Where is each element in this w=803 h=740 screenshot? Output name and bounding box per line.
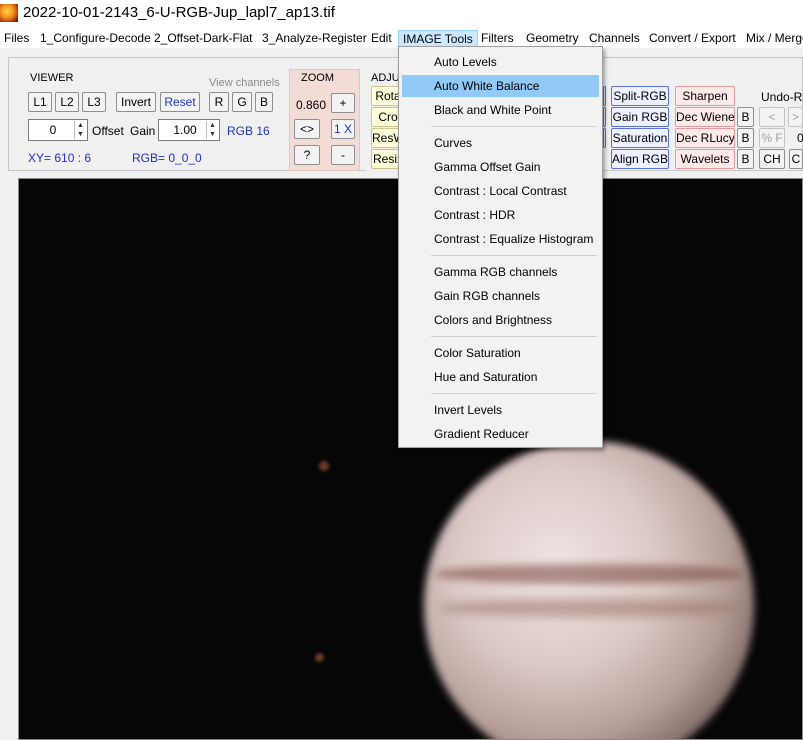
view-channels-label: View channels	[209, 77, 280, 89]
menu-separator	[431, 255, 597, 256]
menu-invert-levels[interactable]: Invert Levels	[402, 399, 599, 421]
window-title: 2022-10-01-2143_6-U-RGB-Jup_lapl7_ap13.t…	[23, 4, 335, 21]
redo-button[interactable]: >	[788, 107, 803, 127]
rgb-mode-label: RGB 16	[227, 124, 270, 138]
sharpen-button[interactable]: Sharpen	[675, 86, 735, 106]
view-g-button[interactable]: G	[232, 92, 252, 112]
menu-offset-dark-flat[interactable]: 2_Offset-Dark-Flat	[150, 30, 256, 48]
l1-button[interactable]: L1	[28, 92, 52, 112]
wavelets-button[interactable]: Wavelets	[675, 149, 735, 169]
menu-files[interactable]: Files	[0, 30, 33, 48]
wiener-b-button[interactable]: B	[737, 107, 754, 127]
menu-local-contrast[interactable]: Contrast : Local Contrast	[402, 180, 599, 202]
xy-readout: XY= 610 : 6	[28, 151, 92, 165]
menu-separator	[431, 393, 597, 394]
zoom-value: 0.860	[296, 98, 327, 112]
spin-up-icon[interactable]: ▲	[75, 121, 86, 130]
jupiter-image	[424, 441, 754, 739]
menu-auto-levels[interactable]: Auto Levels	[402, 51, 599, 73]
menu-mix-merge[interactable]: Mix / Merge	[742, 30, 803, 48]
gain-rgb-button[interactable]: Gain RGB	[611, 107, 669, 127]
menu-auto-white-balance[interactable]: Auto White Balance	[402, 75, 599, 97]
menu-separator	[431, 126, 597, 127]
l2-button[interactable]: L2	[55, 92, 79, 112]
gain-label: Gain	[130, 124, 156, 138]
moon	[319, 461, 329, 471]
menu-edit[interactable]: Edit	[367, 30, 396, 48]
menu-curves[interactable]: Curves	[402, 132, 599, 154]
view-r-button[interactable]: R	[209, 92, 229, 112]
c-button[interactable]: C	[789, 149, 803, 169]
hidden-blue-button-edge[interactable]	[603, 107, 606, 127]
dec-wiener-button[interactable]: Dec Wiener	[675, 107, 735, 127]
menu-bar: Files 1_Configure-Decode 2_Offset-Dark-F…	[0, 28, 803, 48]
zoom-in-button[interactable]: +	[331, 93, 355, 113]
offset-spinner-arrows[interactable]: ▲ ▼	[74, 121, 86, 139]
rlucy-b-button[interactable]: B	[737, 128, 754, 148]
menu-gamma-rgb-channels[interactable]: Gamma RGB channels	[402, 261, 599, 283]
offset-spinner[interactable]: 0 ▲ ▼	[28, 119, 88, 141]
menu-configure-decode[interactable]: 1_Configure-Decode	[36, 30, 155, 48]
title-bar: 2022-10-01-2143_6-U-RGB-Jup_lapl7_ap13.t…	[0, 0, 803, 28]
menu-convert-export[interactable]: Convert / Export	[645, 30, 740, 48]
offset-label: Offset	[92, 124, 124, 138]
saturation-button[interactable]: Saturation	[611, 128, 669, 148]
gain-value: 1.00	[173, 123, 197, 137]
image-tools-dropdown: Auto Levels Auto White Balance Black and…	[398, 46, 603, 448]
undo-redo-label: Undo-Re	[761, 90, 803, 104]
dec-rlucy-button[interactable]: Dec RLucy	[675, 128, 735, 148]
wavelets-b-button[interactable]: B	[737, 149, 754, 169]
ch-button[interactable]: CH	[759, 149, 785, 169]
planet-band	[434, 564, 744, 584]
l3-button[interactable]: L3	[82, 92, 106, 112]
zoom-out-button[interactable]: -	[331, 145, 355, 165]
gain-spinner-arrows[interactable]: ▲ ▼	[206, 121, 218, 139]
invert-button[interactable]: Invert	[116, 92, 156, 112]
zoom-help-button[interactable]: ?	[294, 145, 320, 165]
gain-spinner[interactable]: 1.00 ▲ ▼	[158, 119, 220, 141]
menu-separator	[431, 336, 597, 337]
menu-hue-saturation[interactable]: Hue and Saturation	[402, 366, 599, 388]
menu-black-white-point[interactable]: Black and White Point	[402, 99, 599, 121]
moon	[315, 653, 324, 662]
percent-f-button[interactable]: % F	[759, 128, 785, 148]
zoom-1x-button[interactable]: 1 X	[331, 119, 355, 139]
zero-label: 0	[797, 131, 803, 145]
zoom-fit-button[interactable]: <>	[294, 119, 320, 139]
hidden-blue-button-edge[interactable]	[603, 86, 606, 106]
zoom-label: ZOOM	[301, 72, 334, 84]
align-rgb-button[interactable]: Align RGB	[611, 149, 669, 169]
spin-down-icon[interactable]: ▼	[75, 130, 86, 139]
hidden-blue-button-edge[interactable]	[603, 128, 606, 148]
split-rgb-button[interactable]: Split-RGB	[611, 86, 669, 106]
view-b-button[interactable]: B	[255, 92, 273, 112]
reset-button[interactable]: Reset	[160, 92, 200, 112]
viewer-label: VIEWER	[30, 72, 74, 84]
menu-gain-rgb-channels[interactable]: Gain RGB channels	[402, 285, 599, 307]
spin-up-icon[interactable]: ▲	[207, 121, 218, 130]
menu-contrast-hdr[interactable]: Contrast : HDR	[402, 204, 599, 226]
planet-band	[439, 599, 739, 617]
menu-analyze-register[interactable]: 3_Analyze-Register	[258, 30, 371, 48]
rgb-readout: RGB= 0_0_0	[132, 151, 202, 165]
menu-colors-brightness[interactable]: Colors and Brightness	[402, 309, 599, 331]
undo-button[interactable]: <	[759, 107, 785, 127]
menu-gamma-offset-gain[interactable]: Gamma Offset Gain	[402, 156, 599, 178]
menu-gradient-reducer[interactable]: Gradient Reducer	[402, 423, 599, 445]
menu-equalize-histogram[interactable]: Contrast : Equalize Histogram	[402, 228, 599, 250]
menu-color-saturation[interactable]: Color Saturation	[402, 342, 599, 364]
spin-down-icon[interactable]: ▼	[207, 130, 218, 139]
app-icon	[0, 4, 18, 22]
offset-value: 0	[49, 123, 57, 137]
